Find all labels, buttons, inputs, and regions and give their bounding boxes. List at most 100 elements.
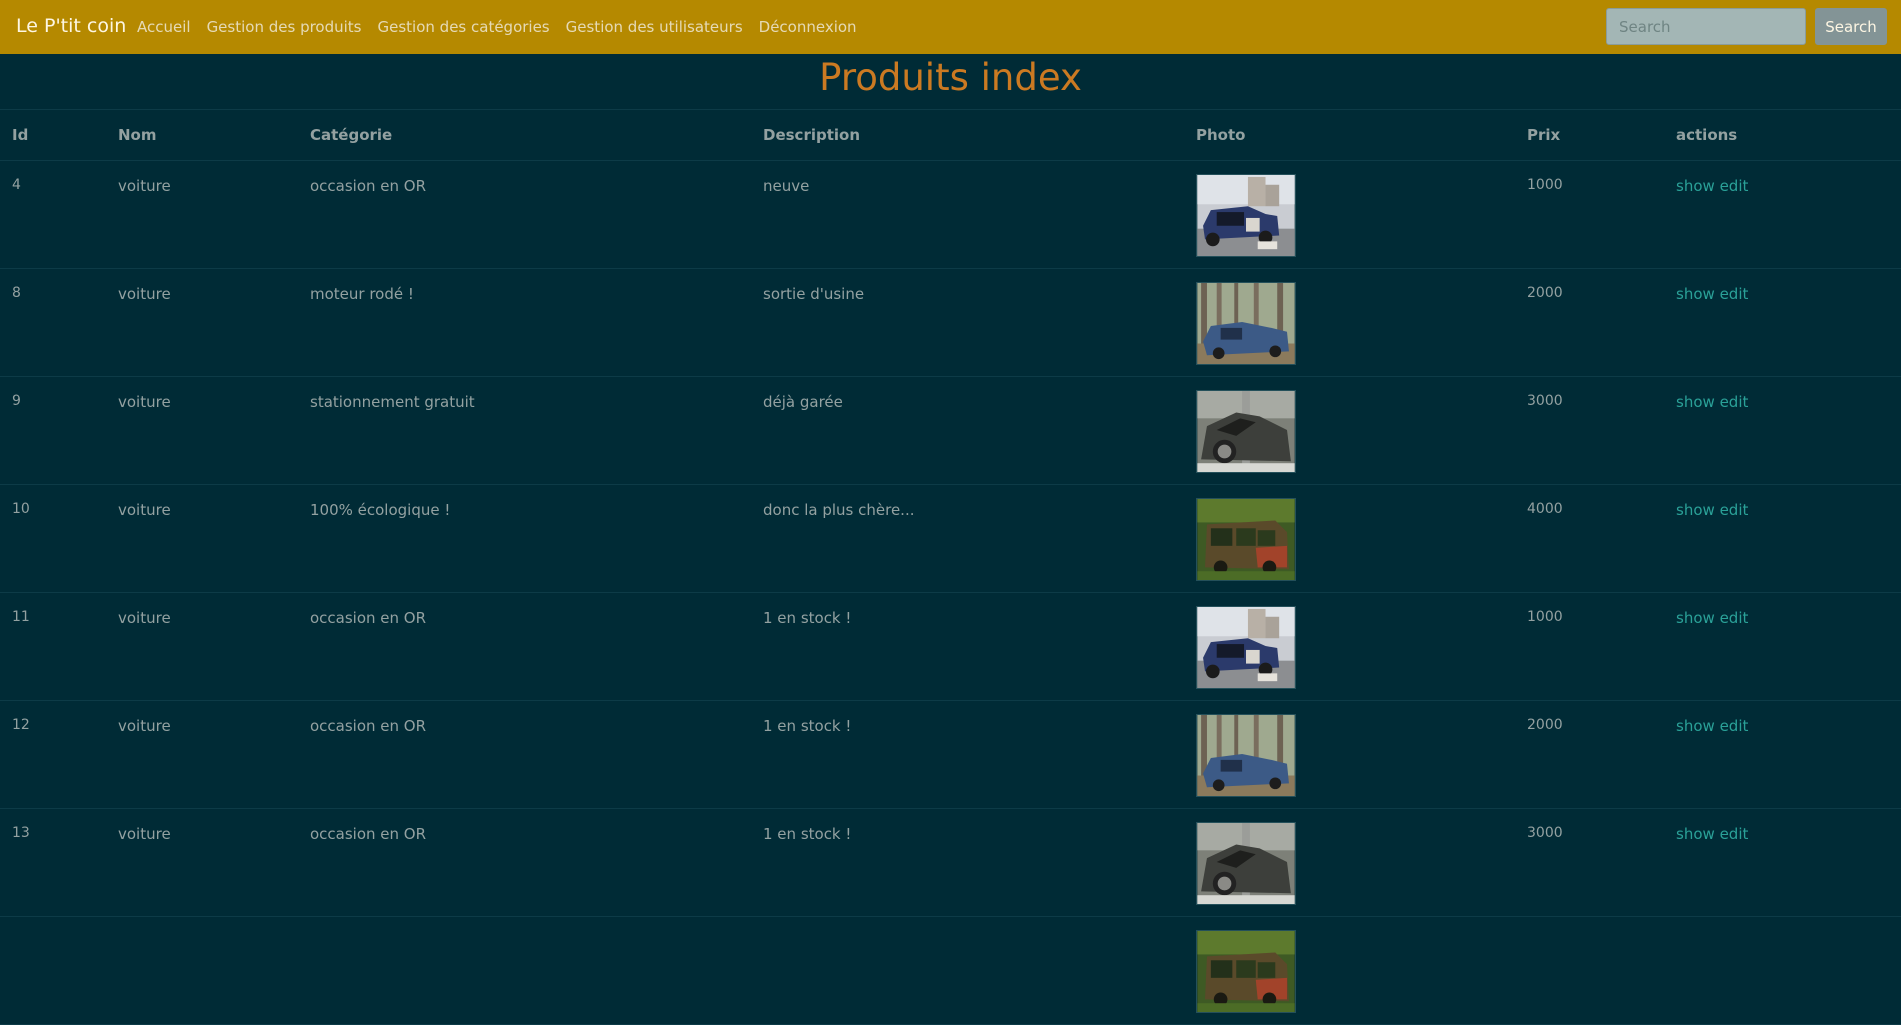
- edit-link[interactable]: edit: [1720, 177, 1749, 195]
- product-photo: [1196, 714, 1296, 797]
- search-input[interactable]: [1606, 8, 1806, 45]
- cell-categorie: occasion en OR: [298, 592, 751, 701]
- edit-link[interactable]: edit: [1720, 825, 1749, 843]
- column-header-prix: Prix: [1515, 109, 1664, 161]
- cell-prix: 3000: [1515, 808, 1664, 917]
- cell-description: 1 en stock !: [751, 592, 1184, 701]
- cell-id: 10: [0, 484, 106, 593]
- top-navbar: Le P'tit coin Accueil Gestion des produi…: [0, 0, 1901, 54]
- show-link[interactable]: show: [1676, 177, 1715, 195]
- cell-actions: show edit: [1664, 484, 1901, 593]
- cell-nom: voiture: [106, 160, 298, 269]
- column-header-nom: Nom: [106, 109, 298, 161]
- cell-nom: [106, 916, 298, 1025]
- cell-description: 1 en stock !: [751, 808, 1184, 917]
- cell-photo: [1184, 268, 1515, 377]
- edit-link[interactable]: edit: [1720, 717, 1749, 735]
- table-row: [0, 916, 1901, 1025]
- cell-actions: show edit: [1664, 808, 1901, 917]
- products-table-container: Id Nom Catégorie Description Photo Prix …: [0, 109, 1901, 1025]
- cell-description: donc la plus chère...: [751, 484, 1184, 593]
- table-row: 8 voiture moteur rodé ! sortie d'usine 2000 s…: [0, 268, 1901, 377]
- cell-actions: show edit: [1664, 268, 1901, 377]
- page-title: Produits index: [819, 56, 1082, 99]
- product-photo: [1196, 174, 1296, 257]
- product-photo: [1196, 282, 1296, 365]
- brand-logo[interactable]: Le P'tit coin: [16, 0, 126, 54]
- cell-description: sortie d'usine: [751, 268, 1184, 377]
- cell-photo: [1184, 160, 1515, 269]
- nav-link-gestion-utilisateurs[interactable]: Gestion des utilisateurs: [566, 18, 743, 36]
- edit-link[interactable]: edit: [1720, 285, 1749, 303]
- cell-description: 1 en stock !: [751, 700, 1184, 809]
- product-photo: [1196, 606, 1296, 689]
- cell-photo: [1184, 484, 1515, 593]
- column-header-actions: actions: [1664, 109, 1901, 161]
- cell-actions: show edit: [1664, 376, 1901, 485]
- table-row: 10 voiture 100% écologique ! donc la plus c…: [0, 484, 1901, 593]
- show-link[interactable]: show: [1676, 393, 1715, 411]
- products-table: Id Nom Catégorie Description Photo Prix …: [0, 109, 1901, 1025]
- cell-prix: 4000: [1515, 484, 1664, 593]
- edit-link[interactable]: edit: [1720, 501, 1749, 519]
- cell-categorie: occasion en OR: [298, 808, 751, 917]
- cell-nom: voiture: [106, 376, 298, 485]
- cell-actions: show edit: [1664, 700, 1901, 809]
- cell-categorie: stationnement gratuit: [298, 376, 751, 485]
- cell-prix: [1515, 916, 1664, 1025]
- cell-id: 9: [0, 376, 106, 485]
- cell-actions: [1664, 916, 1901, 1025]
- cell-photo: [1184, 592, 1515, 701]
- cell-id: [0, 916, 106, 1025]
- cell-id: 4: [0, 160, 106, 269]
- cell-actions: show edit: [1664, 160, 1901, 269]
- show-link[interactable]: show: [1676, 609, 1715, 627]
- cell-categorie: [298, 916, 751, 1025]
- cell-description: déjà garée: [751, 376, 1184, 485]
- nav-link-accueil[interactable]: Accueil: [137, 18, 191, 36]
- cell-actions: show edit: [1664, 592, 1901, 701]
- cell-photo: [1184, 916, 1515, 1025]
- nav-link-gestion-categories[interactable]: Gestion des catégories: [378, 18, 550, 36]
- cell-id: 8: [0, 268, 106, 377]
- table-row: 4 voiture occasion en OR neuve 1000 show edit: [0, 160, 1901, 269]
- table-row: 9 voiture stationnement gratuit déjà garée 3…: [0, 376, 1901, 485]
- cell-nom: voiture: [106, 700, 298, 809]
- nav-links: Accueil Gestion des produits Gestion des…: [137, 0, 873, 54]
- table-row: 12 voiture occasion en OR 1 en stock ! 2000 s…: [0, 700, 1901, 809]
- show-link[interactable]: show: [1676, 285, 1715, 303]
- cell-nom: voiture: [106, 484, 298, 593]
- search-button[interactable]: Search: [1815, 8, 1887, 45]
- column-header-description: Description: [751, 109, 1184, 161]
- cell-description: neuve: [751, 160, 1184, 269]
- product-photo: [1196, 822, 1296, 905]
- cell-nom: voiture: [106, 808, 298, 917]
- edit-link[interactable]: edit: [1720, 609, 1749, 627]
- cell-prix: 1000: [1515, 160, 1664, 269]
- cell-prix: 3000: [1515, 376, 1664, 485]
- cell-id: 12: [0, 700, 106, 809]
- cell-photo: [1184, 700, 1515, 809]
- cell-categorie: 100% écologique !: [298, 484, 751, 593]
- column-header-photo: Photo: [1184, 109, 1515, 161]
- show-link[interactable]: show: [1676, 825, 1715, 843]
- cell-prix: 2000: [1515, 268, 1664, 377]
- product-photo: [1196, 390, 1296, 473]
- cell-categorie: moteur rodé !: [298, 268, 751, 377]
- cell-nom: voiture: [106, 268, 298, 377]
- table-row: 11 voiture occasion en OR 1 en stock ! 1000 s…: [0, 592, 1901, 701]
- cell-photo: [1184, 808, 1515, 917]
- cell-categorie: occasion en OR: [298, 160, 751, 269]
- edit-link[interactable]: edit: [1720, 393, 1749, 411]
- show-link[interactable]: show: [1676, 717, 1715, 735]
- cell-id: 11: [0, 592, 106, 701]
- cell-prix: 1000: [1515, 592, 1664, 701]
- column-header-id: Id: [0, 109, 106, 161]
- nav-link-deconnexion[interactable]: Déconnexion: [759, 18, 857, 36]
- cell-categorie: occasion en OR: [298, 700, 751, 809]
- table-header-row: Id Nom Catégorie Description Photo Prix …: [0, 109, 1901, 161]
- cell-id: 13: [0, 808, 106, 917]
- nav-link-gestion-produits[interactable]: Gestion des produits: [207, 18, 362, 36]
- show-link[interactable]: show: [1676, 501, 1715, 519]
- cell-prix: 2000: [1515, 700, 1664, 809]
